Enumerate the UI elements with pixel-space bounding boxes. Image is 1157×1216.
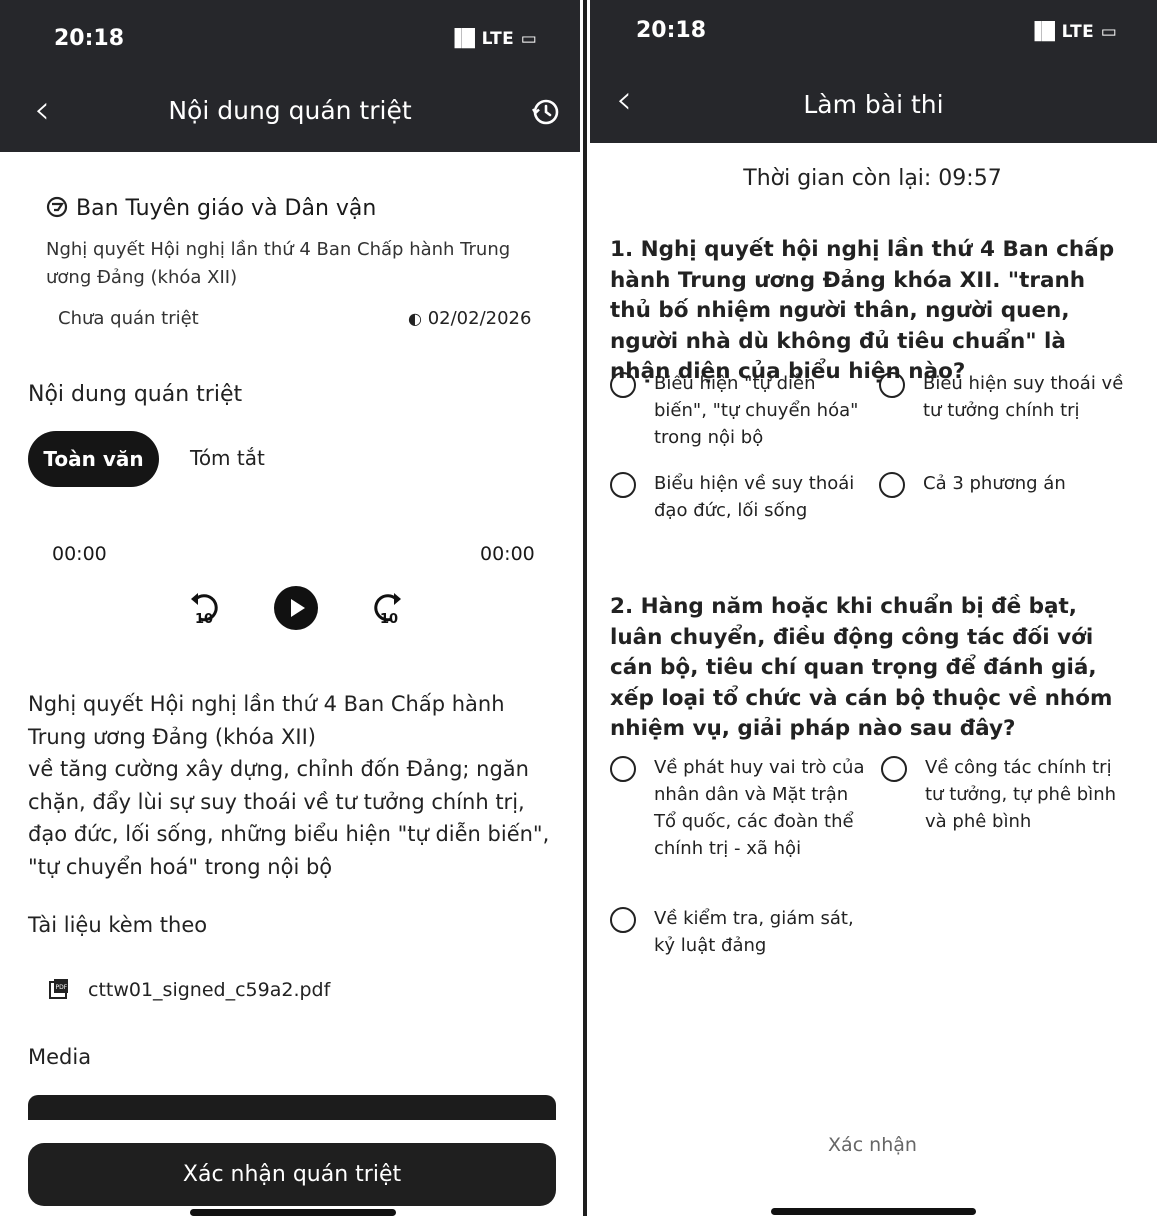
- svg-text:10: 10: [195, 612, 213, 627]
- history-icon[interactable]: [531, 97, 561, 127]
- option-label: Về phát huy vai trò của nhân dân và Mặt …: [654, 757, 865, 859]
- option-label: Về kiểm tra, giám sát, kỷ luật đảng: [654, 908, 854, 956]
- right-header: 20:18 ▐█ LTE ▭ ‹ Làm bài thi: [590, 0, 1157, 143]
- document-date: ◐ 02/02/2026: [408, 308, 531, 329]
- question-text: 2. Hàng năm hoặc khi chuẩn bị đề bạt, lu…: [610, 594, 1113, 741]
- date-label: 02/02/2026: [427, 308, 532, 329]
- status-time: 20:18: [636, 18, 707, 43]
- question-text: 1. Nghị quyết hội nghị lần thứ 4 Ban chấ…: [610, 237, 1115, 384]
- radio-button[interactable]: [610, 907, 636, 933]
- right-phone-screen: 20:18 ▐█ LTE ▭ ‹ Làm bài thi Thời gian c…: [588, 0, 1157, 1216]
- left-header: 20:18 ▐█ LTE ▭ ‹ Nội dung quán triệt: [0, 0, 580, 152]
- page-title: Nội dung quán triệt: [168, 96, 412, 125]
- svg-text:10: 10: [380, 612, 398, 627]
- clock-icon: ◐: [408, 309, 422, 328]
- media-title: Media: [28, 1045, 92, 1069]
- body-line: Nghị quyết Hội nghị lần thứ 4 Ban Chấp h…: [28, 692, 505, 716]
- home-indicator: [190, 1209, 396, 1216]
- confirm-button[interactable]: Xác nhận quán triệt: [28, 1143, 556, 1206]
- attachment-file[interactable]: PDF cttw01_signed_c59a2.pdf: [48, 978, 330, 1001]
- body-line: Trung ương Đảng (khóa XII): [28, 724, 316, 749]
- document-body: Nghị quyết Hội nghị lần thứ 4 Ban Chấp h…: [28, 688, 573, 883]
- option-label: Về công tác chính trị tư tưởng, tự phê b…: [925, 757, 1117, 832]
- tab-full-text[interactable]: Toàn văn: [28, 431, 159, 487]
- media-card[interactable]: [28, 1095, 556, 1120]
- option-label: Biểu hiện về suy thoái đạo đức, lối sống: [654, 473, 855, 521]
- document-subtitle: Nghị quyết Hội nghị lần thứ 4 Ban Chấp h…: [46, 239, 511, 288]
- body-line: đạo đức, lối sống, những biểu hiện "tự d…: [28, 822, 550, 846]
- radio-button[interactable]: [879, 372, 905, 398]
- tab-summary[interactable]: Tóm tắt: [190, 446, 265, 470]
- audio-current-time: 00:00: [52, 543, 107, 565]
- home-indicator: [771, 1208, 976, 1215]
- radio-button[interactable]: [610, 756, 636, 782]
- play-icon[interactable]: [273, 585, 319, 631]
- organization-icon: [46, 196, 68, 218]
- attachment-filename[interactable]: cttw01_signed_c59a2.pdf: [88, 979, 330, 1001]
- page-title: Làm bài thi: [803, 90, 944, 119]
- attachments-title: Tài liệu kèm theo: [28, 913, 208, 937]
- status-time: 20:18: [54, 26, 125, 51]
- audio-total-time: 00:00: [480, 543, 535, 565]
- body-line: chặn, đẩy lùi sự suy thoái về tư tưởng c…: [28, 789, 525, 814]
- body-line: về tăng cường xây dựng, chỉnh đốn Đảng; …: [28, 757, 529, 781]
- pdf-file-icon: PDF: [49, 979, 68, 999]
- submit-button[interactable]: Xác nhận: [588, 1134, 1157, 1156]
- radio-button[interactable]: [879, 472, 905, 498]
- radio-button[interactable]: [881, 756, 907, 782]
- svg-text:PDF: PDF: [56, 984, 68, 991]
- forward-10-icon[interactable]: 10: [362, 585, 406, 629]
- option-label: Cả 3 phương án: [923, 473, 1066, 494]
- section-title: Nội dung quán triệt: [28, 382, 243, 407]
- status-icons: ▐█ LTE ▭: [1028, 22, 1118, 42]
- radio-button[interactable]: [610, 372, 636, 398]
- organization-label: Ban Tuyên giáo và Dân vận: [76, 196, 377, 221]
- left-phone-screen: 20:18 ▐█ LTE ▭ ‹ Nội dung quán triệt Ban…: [0, 0, 580, 1216]
- organization-name: Ban Tuyên giáo và Dân vận: [46, 196, 376, 221]
- radio-button[interactable]: [610, 472, 636, 498]
- rewind-10-icon[interactable]: 10: [186, 585, 230, 629]
- option-label: Biểu hiện "tự diễn biến", "tự chuyển hóa…: [654, 373, 859, 448]
- timer-label: Thời gian còn lại: 09:57: [743, 166, 1002, 191]
- status-badge: Chưa quán triệt: [58, 308, 199, 329]
- body-line: "tự chuyển hoá" trong nội bộ: [28, 854, 333, 879]
- screen-divider: [583, 0, 587, 1216]
- status-icons: ▐█ LTE ▭: [448, 29, 538, 49]
- option-label: Biểu hiện suy thoái về tư tưởng chính tr…: [923, 373, 1124, 421]
